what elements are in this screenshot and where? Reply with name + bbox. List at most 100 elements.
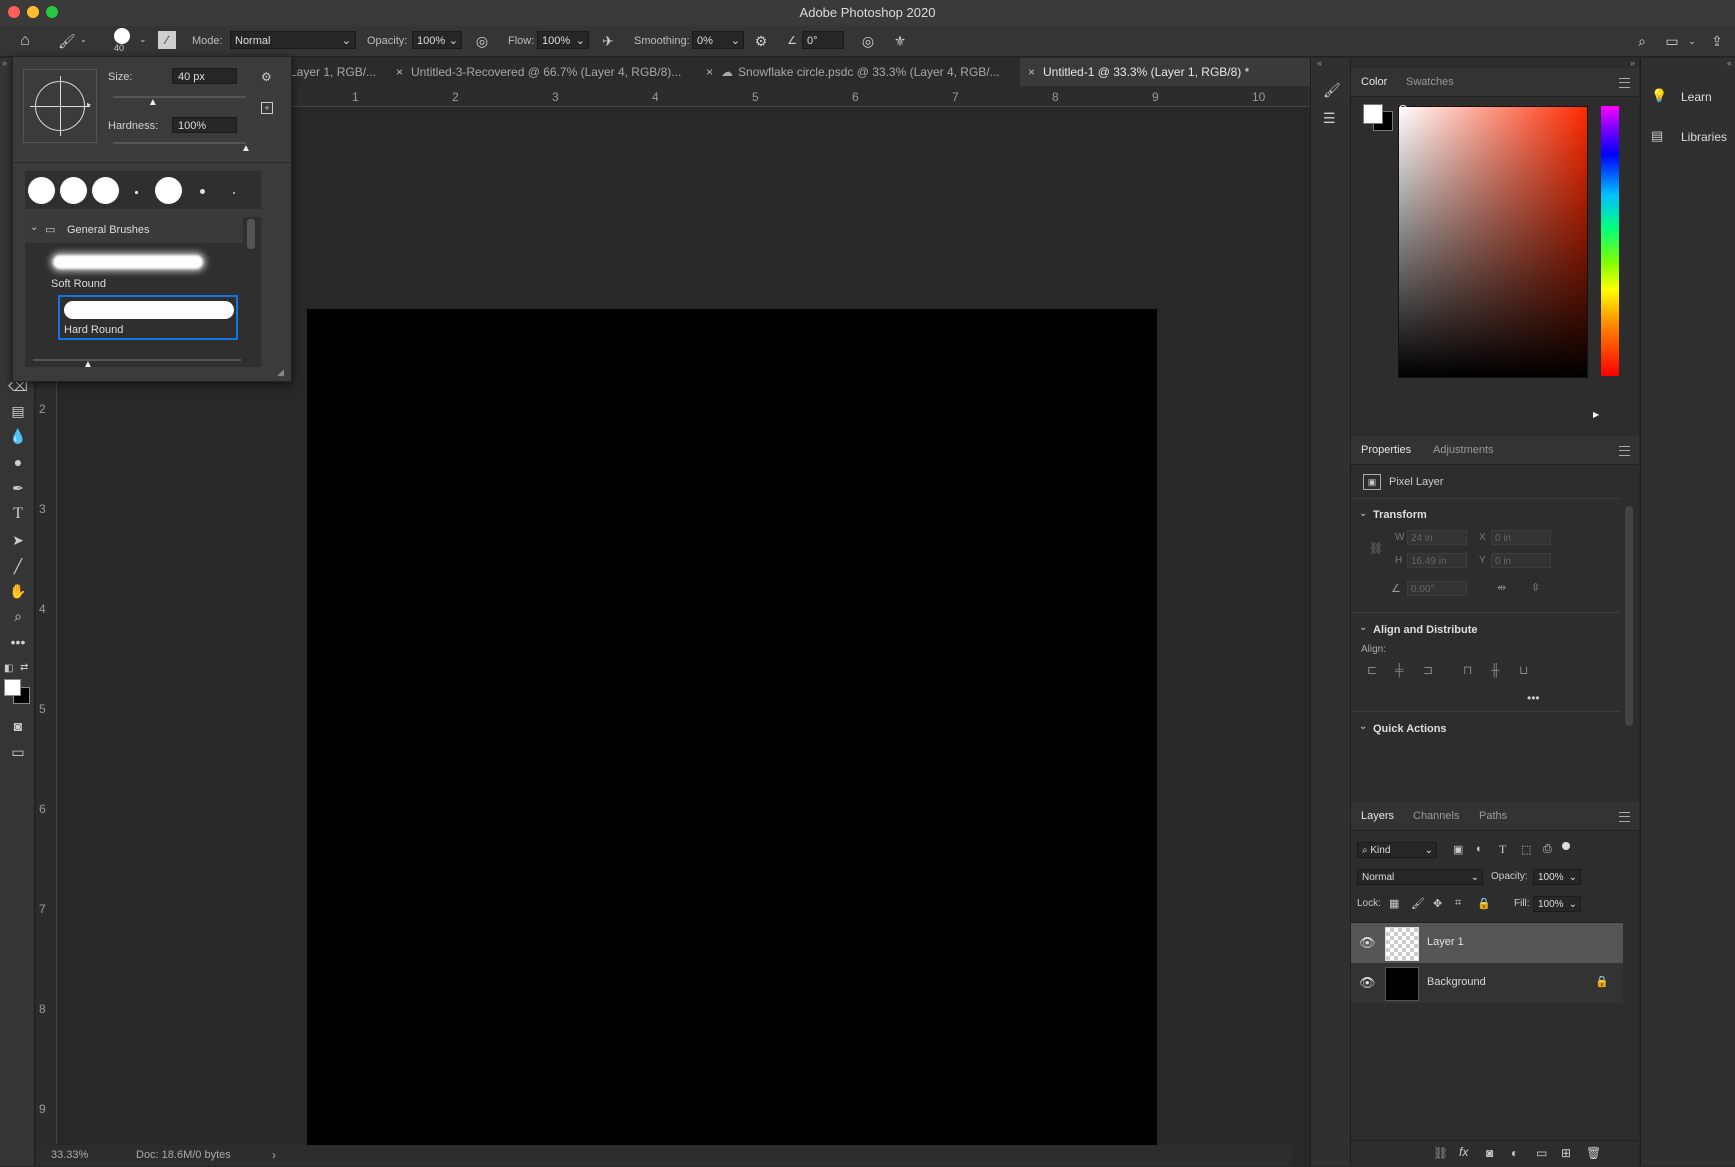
libraries-panel-button[interactable]: ▤ Libraries bbox=[1641, 122, 1735, 150]
chevron-down-icon[interactable]: ⌄ bbox=[1684, 33, 1700, 49]
layer-row-background[interactable]: 👁 Background 🔒 bbox=[1351, 963, 1623, 1003]
document-canvas[interactable] bbox=[307, 309, 1157, 1159]
eye-icon[interactable]: 👁 bbox=[1359, 975, 1376, 991]
recent-brush-preset[interactable] bbox=[135, 191, 138, 194]
layer-row-layer-1[interactable]: 👁 Layer 1 bbox=[1351, 923, 1623, 963]
smoothing-settings-gear-icon[interactable]: ⚙ bbox=[753, 33, 769, 49]
brush-settings-icon[interactable]: ∕ bbox=[158, 31, 176, 49]
color-field[interactable] bbox=[1398, 106, 1588, 378]
pen-tool-icon[interactable]: ✒ bbox=[7, 478, 29, 498]
properties-scrollbar[interactable] bbox=[1625, 506, 1633, 726]
line-tool-icon[interactable]: ╱ bbox=[7, 556, 29, 576]
gear-icon[interactable]: ⚙ bbox=[261, 70, 272, 84]
blur-tool-icon[interactable]: 💧 bbox=[7, 426, 29, 446]
scrollbar-thumb[interactable] bbox=[247, 219, 255, 249]
align-left-icon[interactable]: ⊏ bbox=[1367, 663, 1377, 677]
adjustment-layer-icon[interactable]: ◐ bbox=[1511, 1146, 1518, 1160]
chevron-right-icon[interactable]: › bbox=[272, 1148, 276, 1162]
close-tab-icon[interactable]: × bbox=[706, 65, 713, 79]
share-icon[interactable]: ⇪ bbox=[1709, 33, 1725, 49]
layer-kind-filter[interactable]: ⌕ Kind ⌄ bbox=[1357, 842, 1437, 858]
zoom-tool-icon[interactable]: ⌕ bbox=[7, 606, 29, 626]
brush-item-soft-round[interactable]: Soft Round bbox=[45, 247, 225, 295]
align-bottom-icon[interactable]: ⊔ bbox=[1519, 663, 1528, 677]
chevron-down-icon[interactable]: ⌄ bbox=[1359, 508, 1367, 519]
brush-picker-toggle[interactable]: ⌄ bbox=[139, 34, 147, 45]
preview-size-slider[interactable] bbox=[33, 359, 241, 361]
type-tool-icon[interactable]: T bbox=[7, 504, 29, 524]
hue-slider-thumb[interactable]: ▶ bbox=[1593, 410, 1599, 419]
height-field[interactable]: 16.49 in bbox=[1407, 553, 1467, 568]
lock-position-icon[interactable]: ✥ bbox=[1433, 897, 1442, 910]
brush-angle-preview[interactable]: ▸ bbox=[23, 69, 97, 143]
learn-panel-button[interactable]: 💡 Learn bbox=[1641, 82, 1735, 110]
panel-menu-icon[interactable] bbox=[1619, 446, 1630, 456]
tab-channels[interactable]: Channels bbox=[1413, 810, 1459, 822]
symmetry-butterfly-icon[interactable]: ⚜ bbox=[892, 33, 908, 49]
tab-untitled-3-recovered[interactable]: × Untitled-3-Recovered @ 66.7% (Layer 4, … bbox=[396, 58, 696, 86]
hand-tool-icon[interactable]: ✋ bbox=[7, 581, 29, 601]
more-tools-icon[interactable]: ••• bbox=[7, 632, 29, 652]
search-icon[interactable]: ⌕ bbox=[1634, 33, 1650, 49]
chevron-down-icon[interactable]: ⌄ bbox=[80, 35, 87, 44]
new-group-icon[interactable]: ▭ bbox=[1536, 1146, 1547, 1160]
size-slider-track[interactable] bbox=[113, 96, 246, 98]
home-icon[interactable]: ⌂ bbox=[17, 33, 33, 49]
more-options-icon[interactable]: ••• bbox=[1527, 691, 1540, 705]
link-icon[interactable]: ⛓ bbox=[1369, 542, 1383, 555]
foreground-color-swatch[interactable] bbox=[4, 679, 21, 696]
brush-folder-general[interactable]: ⌄ ▭ General Brushes bbox=[25, 217, 243, 243]
flip-vertical-icon[interactable]: ⇳ bbox=[1531, 581, 1540, 594]
tab-layer-1[interactable]: Layer 1, RGB/... bbox=[290, 58, 390, 86]
filter-type-icon[interactable]: T bbox=[1499, 842, 1506, 857]
panel-menu-icon[interactable] bbox=[1619, 812, 1630, 822]
chevron-down-icon[interactable]: ⌄ bbox=[1359, 622, 1367, 633]
swap-colors-icon[interactable]: ⇄ bbox=[20, 662, 28, 673]
color-picker-cursor[interactable] bbox=[1399, 105, 1407, 113]
x-field[interactable]: 0 in bbox=[1491, 530, 1551, 545]
close-tab-icon[interactable]: × bbox=[1028, 65, 1035, 79]
align-horizontal-center-icon[interactable]: ╪ bbox=[1395, 663, 1404, 677]
fill-field[interactable]: 100% ⌄ bbox=[1533, 896, 1581, 912]
airbrush-icon[interactable]: ✈ bbox=[600, 33, 616, 49]
recent-brush-preset[interactable] bbox=[233, 192, 235, 194]
align-right-icon[interactable]: ⊐ bbox=[1423, 663, 1433, 677]
filter-shape-icon[interactable]: ⬚ bbox=[1521, 843, 1531, 856]
chevron-down-icon[interactable]: ⌄ bbox=[1359, 721, 1367, 732]
pressure-size-icon[interactable]: ◎ bbox=[860, 33, 876, 49]
recent-brush-preset[interactable] bbox=[28, 177, 55, 204]
link-layers-icon[interactable]: ⛓ bbox=[1433, 1146, 1448, 1160]
new-preset-icon[interactable]: + bbox=[261, 102, 273, 114]
recent-brush-preset[interactable] bbox=[60, 177, 87, 204]
tab-paths[interactable]: Paths bbox=[1479, 810, 1507, 822]
lock-transparency-icon[interactable]: ▦ bbox=[1389, 897, 1399, 910]
tab-untitled-1[interactable]: × Untitled-1 @ 33.3% (Layer 1, RGB/8) * bbox=[1020, 58, 1310, 86]
align-vertical-center-icon[interactable]: ╫ bbox=[1491, 663, 1500, 677]
foreground-color-swatch[interactable] bbox=[1363, 104, 1383, 124]
hardness-slider-track[interactable] bbox=[113, 142, 246, 144]
brush-tool-icon[interactable]: 🖌 bbox=[58, 33, 76, 49]
hardness-input[interactable]: 100% bbox=[172, 117, 237, 133]
lock-all-icon[interactable]: 🔒 bbox=[1477, 897, 1491, 910]
layer-name[interactable]: Background bbox=[1427, 976, 1486, 988]
new-layer-icon[interactable]: ⊞ bbox=[1561, 1146, 1571, 1160]
dodge-tool-icon[interactable]: ● bbox=[7, 452, 29, 472]
layer-style-icon[interactable]: fx bbox=[1459, 1145, 1468, 1159]
zoom-level[interactable]: 33.33% bbox=[51, 1149, 88, 1161]
panel-menu-icon[interactable] bbox=[1619, 78, 1630, 88]
lock-pixels-icon[interactable]: 🖌 bbox=[1411, 897, 1425, 910]
workspace-icon[interactable]: ▭ bbox=[1664, 33, 1680, 49]
layer-name[interactable]: Layer 1 bbox=[1427, 936, 1464, 948]
collapse-arrows-icon[interactable]: « bbox=[1727, 58, 1732, 68]
collapse-arrows-icon[interactable]: » bbox=[2, 58, 7, 68]
size-slider-thumb[interactable]: ▲ bbox=[148, 97, 158, 108]
tab-swatches[interactable]: Swatches bbox=[1406, 76, 1454, 88]
width-field[interactable]: 24 in bbox=[1407, 530, 1467, 545]
brush-item-hard-round[interactable]: Hard Round bbox=[58, 295, 238, 340]
flip-horizontal-icon[interactable]: ⇹ bbox=[1497, 581, 1506, 594]
screen-mode-icon[interactable]: ▭ bbox=[7, 742, 29, 762]
tab-color[interactable]: Color bbox=[1361, 76, 1387, 88]
recent-brush-preset[interactable] bbox=[200, 189, 205, 194]
delete-layer-icon[interactable]: 🗑 bbox=[1586, 1146, 1601, 1160]
brush-preview[interactable] bbox=[114, 28, 130, 44]
